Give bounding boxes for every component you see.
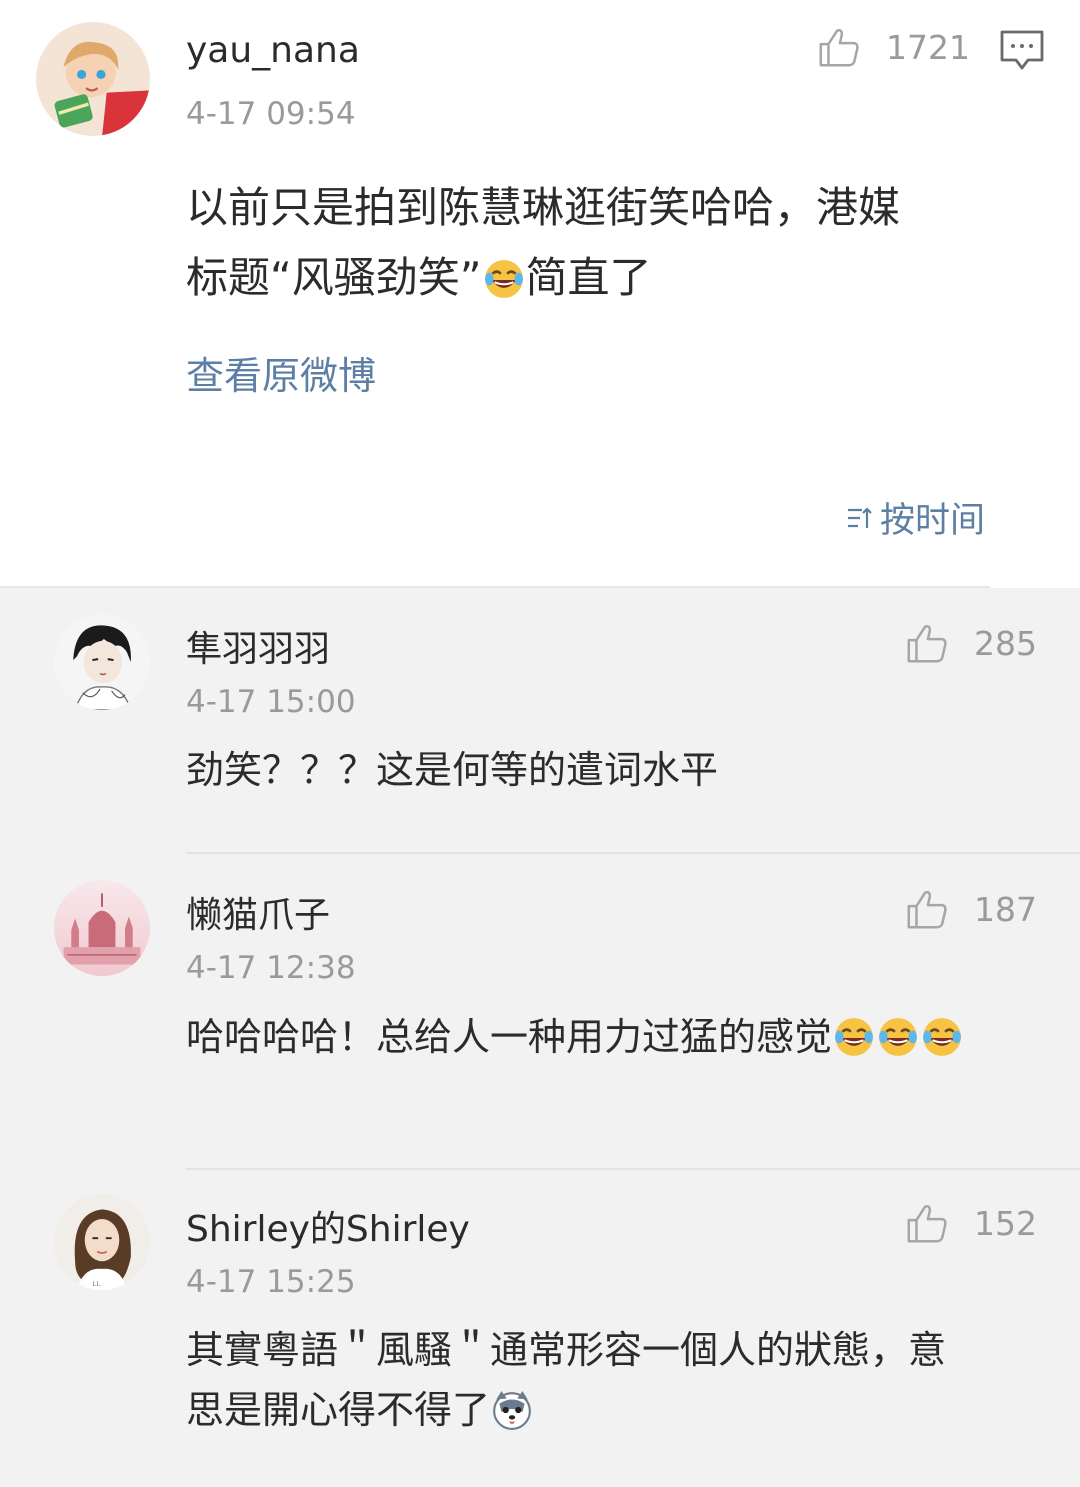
comment-item: 懒猫爪子 4-17 12:38 187 哈哈哈哈！总给人一种用力过猛的感觉 [0, 854, 1080, 1170]
like-count: 1721 [886, 27, 970, 67]
username[interactable]: 隼羽羽羽 [186, 620, 330, 672]
like-count: 187 [974, 889, 1037, 929]
like-count: 285 [974, 623, 1037, 663]
timestamp: 4-17 09:54 [186, 96, 356, 132]
avatar[interactable] [36, 22, 150, 136]
comment-item: 隼羽羽羽 4-17 15:00 285 劲笑？？？这是何等的遣词水平 [0, 588, 1080, 854]
dog-face-emoji-icon [491, 1389, 533, 1431]
comment-text: 劲笑？？？这是何等的遣词水平 [186, 748, 719, 792]
username[interactable]: yau_nana [186, 30, 360, 71]
laughing-tears-emoji-icon [921, 1016, 963, 1058]
avatar[interactable] [54, 614, 150, 710]
sort-by-time-button[interactable]: 按时间 [846, 492, 985, 543]
comment-text-line2: 思是開心得不得了 [186, 1380, 1036, 1440]
laughing-tears-emoji-icon [833, 1016, 875, 1058]
svg-text:LL: LL [92, 1279, 101, 1288]
comment-text: 哈哈哈哈！总给人一种用力过猛的感觉 [186, 1008, 1036, 1066]
post-text-line2: 标题“风骚劲笑” 简直了 [186, 243, 1026, 313]
sort-label: 按时间 [880, 501, 986, 541]
like-count: 152 [974, 1203, 1037, 1243]
avatar[interactable] [54, 880, 150, 976]
comment-item: LL Shirley的Shirley 4-17 15:25 152 其實粵語＂風… [0, 1170, 1080, 1487]
timestamp: 4-17 15:25 [186, 1264, 356, 1300]
like-button[interactable]: 285 [904, 620, 1037, 666]
comment-text-line2-body: 思是開心得不得了 [186, 1388, 491, 1432]
main-post-card: yau_nana 4-17 09:54 1721 以前只是拍到陈慧琳逛街笑哈哈，… [0, 0, 1080, 588]
comment-text-body: 哈哈哈哈！总给人一种用力过猛的感觉 [186, 1015, 833, 1059]
thumbs-up-icon [904, 886, 950, 932]
like-button[interactable]: 152 [904, 1200, 1037, 1246]
post-text-line1: 以前只是拍到陈慧琳逛街笑哈哈，港媒 [186, 183, 901, 232]
comment-text: 其實粵語＂風騷＂通常形容一個人的狀態，意 思是開心得不得了 [186, 1320, 1036, 1440]
thumbs-up-icon [904, 620, 950, 666]
thumbs-up-icon [816, 24, 862, 70]
timestamp: 4-17 12:38 [186, 950, 356, 986]
view-original-post-link[interactable]: 查看原微博 [186, 345, 376, 400]
post-text-line2-end: 简直了 [525, 253, 652, 302]
post-text-line2-start: 标题“风骚劲笑” [186, 253, 482, 302]
timestamp: 4-17 15:00 [186, 684, 356, 720]
comment-text-line1: 其實粵語＂風騷＂通常形容一個人的狀態，意 [186, 1328, 947, 1372]
like-button[interactable]: 1721 [816, 24, 970, 70]
avatar[interactable]: LL [54, 1194, 150, 1290]
thumbs-up-icon [904, 1200, 950, 1246]
sort-icon [846, 504, 874, 532]
username[interactable]: 懒猫爪子 [186, 886, 330, 938]
username[interactable]: Shirley的Shirley [186, 1200, 470, 1252]
like-button[interactable]: 187 [904, 886, 1037, 932]
laughing-tears-emoji-icon [483, 258, 525, 300]
laughing-tears-emoji-icon [877, 1016, 919, 1058]
comment-icon[interactable] [998, 28, 1046, 72]
post-text: 以前只是拍到陈慧琳逛街笑哈哈，港媒 标题“风骚劲笑” 简直了 [186, 173, 1026, 313]
